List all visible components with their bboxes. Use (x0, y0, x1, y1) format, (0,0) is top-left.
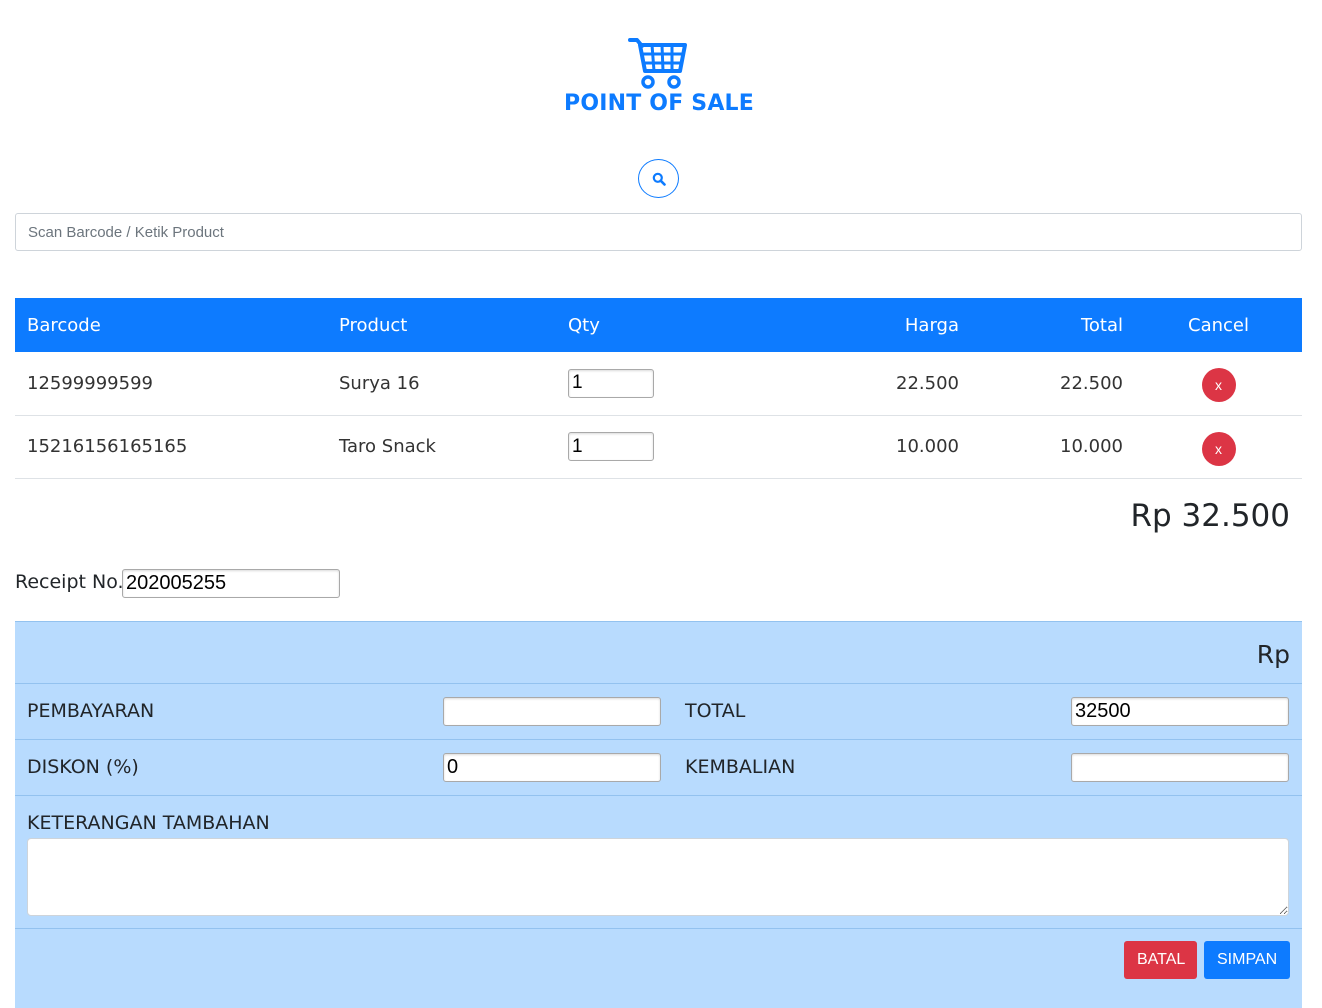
column-header-cancel: Cancel (1135, 298, 1302, 352)
diskon-input[interactable] (443, 753, 661, 782)
column-header-barcode: Barcode (15, 298, 327, 352)
cell-product: Surya 16 (327, 352, 556, 416)
cart-table: Barcode Product Qty Harga Total Cancel 1… (15, 298, 1302, 479)
cell-total: 10.000 (971, 415, 1135, 479)
app-title: POINT OF SALE (564, 91, 754, 116)
remove-item-button[interactable]: x (1201, 368, 1236, 403)
cell-qty (556, 352, 741, 416)
cell-barcode: 12599999599 (15, 352, 327, 416)
shopping-cart-icon (628, 38, 687, 89)
payment-row: PEMBAYARAN TOTAL (15, 684, 1302, 740)
cancel-button[interactable]: BATAL (1124, 941, 1197, 979)
keterangan-textarea[interactable] (27, 838, 1289, 916)
total-label: TOTAL (685, 700, 746, 722)
pembayaran-input[interactable] (443, 697, 661, 726)
cell-cancel: x (1135, 352, 1302, 416)
total-input[interactable] (1071, 697, 1289, 726)
qty-input[interactable] (568, 368, 654, 398)
diskon-label: DISKON (%) (27, 756, 139, 778)
grand-total: Rp 32.500 (1130, 498, 1290, 534)
save-button[interactable]: SIMPAN (1204, 941, 1290, 979)
scan-barcode-input[interactable] (15, 213, 1302, 251)
receipt-number-input[interactable] (122, 569, 340, 598)
receipt-label: Receipt No. (15, 571, 124, 593)
cell-harga: 22.500 (741, 352, 971, 416)
column-header-harga: Harga (741, 298, 971, 352)
table-header-row: Barcode Product Qty Harga Total Cancel (15, 298, 1302, 352)
cell-harga: 10.000 (741, 415, 971, 479)
payment-panel: Rp PEMBAYARAN TOTAL DISKON (%) KEMBALIAN… (15, 621, 1302, 1008)
keterangan-label: KETERANGAN TAMBAHAN (27, 812, 270, 834)
remove-item-button[interactable]: x (1201, 431, 1236, 466)
column-header-qty: Qty (556, 298, 741, 352)
cell-qty (556, 415, 741, 479)
cell-product: Taro Snack (327, 415, 556, 479)
pembayaran-label: PEMBAYARAN (27, 700, 155, 722)
qty-input[interactable] (568, 432, 654, 461)
pos-page: POINT OF SALE Barcode Product Qty Harga … (0, 0, 1322, 1008)
cell-total: 22.500 (971, 352, 1135, 416)
table-row: 12599999599 Surya 16 22.500 22.500 x (15, 352, 1302, 416)
column-header-product: Product (327, 298, 556, 352)
table-row: 15216156165165 Taro Snack 10.000 10.000 … (15, 415, 1302, 479)
currency-label: Rp (1256, 640, 1290, 669)
search-button[interactable] (638, 159, 679, 198)
currency-row: Rp (15, 622, 1302, 684)
search-icon (652, 172, 666, 186)
cell-barcode: 15216156165165 (15, 415, 327, 479)
kembalian-input[interactable] (1071, 753, 1289, 782)
column-header-total: Total (971, 298, 1135, 352)
kembalian-label: KEMBALIAN (685, 756, 796, 778)
cell-cancel: x (1135, 415, 1302, 479)
discount-row: DISKON (%) KEMBALIAN (15, 740, 1302, 796)
